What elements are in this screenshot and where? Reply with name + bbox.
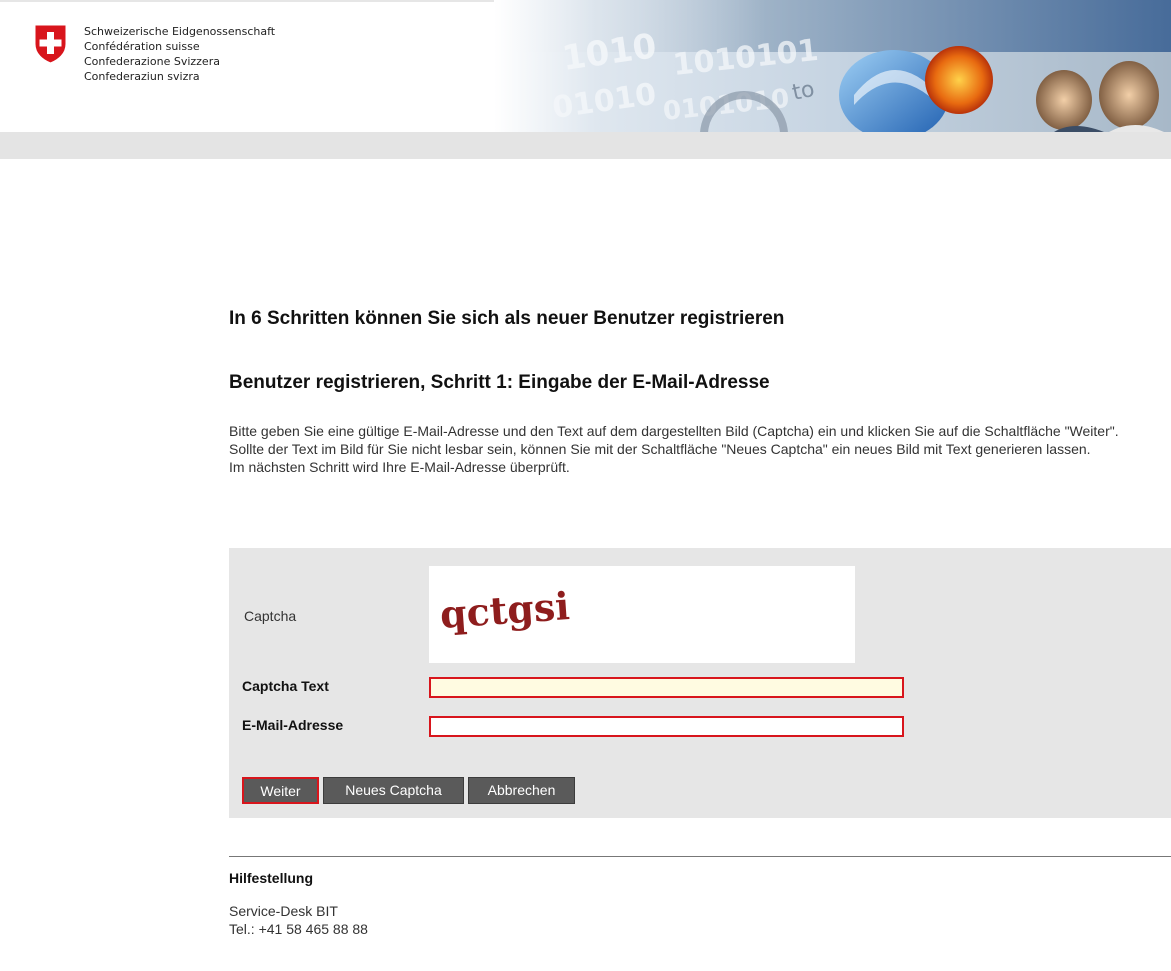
person-icon	[1099, 61, 1159, 129]
confederation-names: Schweizerische Eidgenossenschaft Confédé…	[84, 24, 275, 84]
confederation-name-de: Schweizerische Eidgenossenschaft	[84, 25, 276, 38]
email-input[interactable]	[429, 716, 904, 737]
captcha-text-input[interactable]	[429, 677, 904, 698]
help-divider	[229, 856, 1171, 857]
confederation-name-it: Confederazione Svizzera	[84, 55, 220, 68]
firefox-icon	[925, 46, 993, 114]
instructions-text: Bitte geben Sie eine gültige E-Mail-Adre…	[229, 422, 1149, 476]
confederation-name-rm: Confederaziun svizra	[84, 70, 200, 83]
step-title: Benutzer registrieren, Schritt 1: Eingab…	[229, 372, 770, 393]
registration-form: Captcha qctgsi Captcha Text E-Mail-Adres…	[229, 548, 1171, 818]
instruction-paragraph: Bitte geben Sie eine gültige E-Mail-Adre…	[229, 423, 1119, 439]
cancel-button[interactable]: Abbrechen	[468, 777, 575, 804]
captcha-image-text: qctgsi	[438, 583, 570, 637]
person-icon	[1036, 70, 1092, 130]
instruction-paragraph: Im nächsten Schritt wird Ihre E-Mail-Adr…	[229, 459, 570, 475]
service-desk-phone: Tel.: +41 58 465 88 88	[229, 921, 368, 937]
captcha-image: qctgsi	[429, 566, 855, 663]
new-captcha-button[interactable]: Neues Captcha	[323, 777, 464, 804]
page-title: In 6 Schritten können Sie sich als neuer…	[229, 308, 785, 329]
instruction-paragraph: Sollte der Text im Bild für Sie nicht le…	[229, 441, 1091, 457]
site-header: Schweizerische Eidgenossenschaft Confédé…	[0, 0, 1171, 132]
service-desk-text: Service-Desk BIT	[229, 903, 338, 919]
captcha-label: Captcha	[244, 608, 297, 624]
weiter-button[interactable]: Weiter	[242, 777, 319, 804]
captcha-text-label: Captcha Text	[242, 678, 329, 694]
help-title: Hilfestellung	[229, 870, 314, 886]
swiss-coat-of-arms-logo[interactable]	[34, 24, 67, 64]
header-banner-image: 1010 1010101 01010 0101010 to	[494, 0, 1171, 132]
confederation-name-fr: Confédération suisse	[84, 40, 200, 53]
navigation-bar	[0, 132, 1171, 159]
email-label: E-Mail-Adresse	[242, 717, 344, 733]
